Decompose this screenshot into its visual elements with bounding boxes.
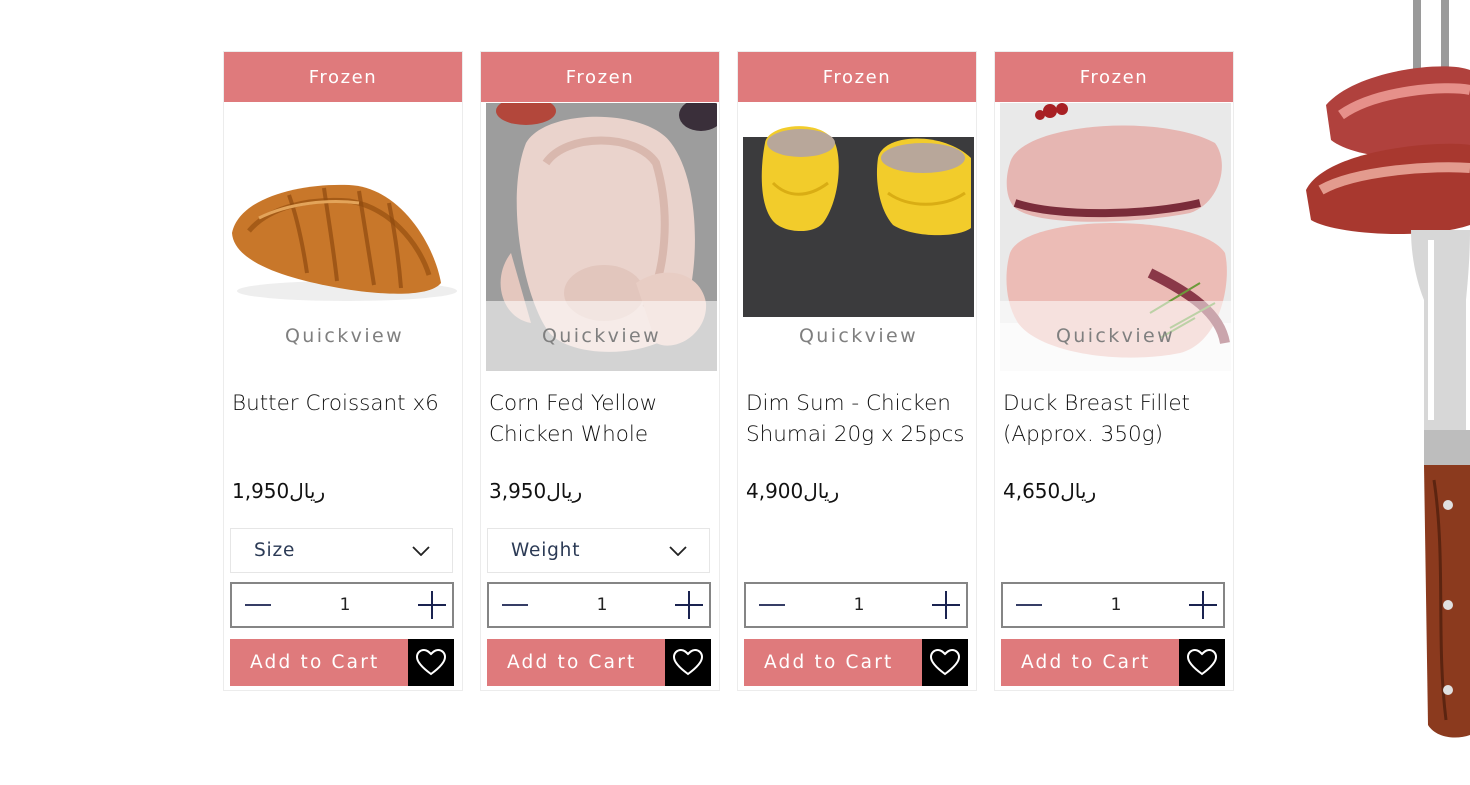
add-to-cart-button[interactable]: Add to Cart: [487, 639, 665, 686]
quantity-stepper[interactable]: 1: [744, 582, 968, 628]
quickview-button[interactable]: Quickview: [486, 301, 717, 371]
chevron-down-icon: [669, 545, 687, 556]
minus-icon[interactable]: [758, 591, 786, 619]
quantity-value[interactable]: 1: [597, 595, 608, 615]
product-name[interactable]: Corn Fed Yellow Chicken Whole: [489, 388, 715, 450]
quickview-button[interactable]: Quickview: [1000, 301, 1231, 371]
quantity-value[interactable]: 1: [1111, 595, 1122, 615]
plus-icon[interactable]: [931, 591, 960, 619]
quantity-stepper[interactable]: 1: [230, 582, 454, 628]
minus-icon[interactable]: [1015, 591, 1043, 619]
ribbon-badge: Frozen: [738, 52, 976, 102]
heart-icon: [673, 649, 703, 676]
plus-icon[interactable]: [417, 591, 446, 619]
minus-icon[interactable]: [501, 591, 529, 619]
heart-icon: [1187, 649, 1217, 676]
steak-on-fork-image: [1306, 0, 1470, 738]
product-name[interactable]: Dim Sum - Chicken Shumai 20g x 25pcs: [746, 388, 972, 450]
quantity-value[interactable]: 1: [854, 595, 865, 615]
product-price: 4,650ريال: [1003, 479, 1097, 503]
add-to-cart-button[interactable]: Add to Cart: [744, 639, 922, 686]
ribbon-badge: Frozen: [224, 52, 462, 102]
product-image[interactable]: Quickview: [1000, 103, 1231, 371]
quickview-button[interactable]: Quickview: [743, 301, 974, 371]
wishlist-button[interactable]: [408, 639, 454, 686]
product-card[interactable]: Frozen Quickview Dim Sum - Chicken Shuma…: [737, 51, 977, 691]
product-grid: Frozen Quickview Butter Croissant x6 1,9…: [223, 51, 1235, 691]
wishlist-button[interactable]: [922, 639, 968, 686]
size-select[interactable]: Size: [230, 528, 453, 573]
select-label: Size: [254, 540, 296, 561]
product-price: 4,900ريال: [746, 479, 840, 503]
product-price: 3,950ريال: [489, 479, 583, 503]
add-to-cart-button[interactable]: Add to Cart: [230, 639, 408, 686]
product-card[interactable]: Frozen Quickview Duck Breast Fillet (App…: [994, 51, 1234, 691]
product-image[interactable]: Quickview: [229, 103, 460, 371]
product-image[interactable]: Quickview: [743, 103, 974, 371]
product-name[interactable]: Duck Breast Fillet (Approx. 350g): [1003, 388, 1229, 450]
plus-icon[interactable]: [1188, 591, 1217, 619]
plus-icon[interactable]: [674, 591, 703, 619]
minus-icon[interactable]: [244, 591, 272, 619]
ribbon-badge: Frozen: [995, 52, 1233, 102]
quantity-value[interactable]: 1: [340, 595, 351, 615]
product-card[interactable]: Frozen Quickview Corn Fed Yellow Chicken…: [480, 51, 720, 691]
product-card[interactable]: Frozen Quickview Butter Croissant x6 1,9…: [223, 51, 463, 691]
product-price: 1,950ريال: [232, 479, 326, 503]
ribbon-badge: Frozen: [481, 52, 719, 102]
product-name[interactable]: Butter Croissant x6: [232, 388, 458, 419]
wishlist-button[interactable]: [1179, 639, 1225, 686]
quantity-stepper[interactable]: 1: [487, 582, 711, 628]
quickview-button[interactable]: Quickview: [229, 301, 460, 371]
heart-icon: [416, 649, 446, 676]
heart-icon: [930, 649, 960, 676]
select-label: Weight: [511, 540, 581, 561]
product-image[interactable]: Quickview: [486, 103, 717, 371]
chevron-down-icon: [412, 545, 430, 556]
weight-select[interactable]: Weight: [487, 528, 710, 573]
wishlist-button[interactable]: [665, 639, 711, 686]
quantity-stepper[interactable]: 1: [1001, 582, 1225, 628]
add-to-cart-button[interactable]: Add to Cart: [1001, 639, 1179, 686]
